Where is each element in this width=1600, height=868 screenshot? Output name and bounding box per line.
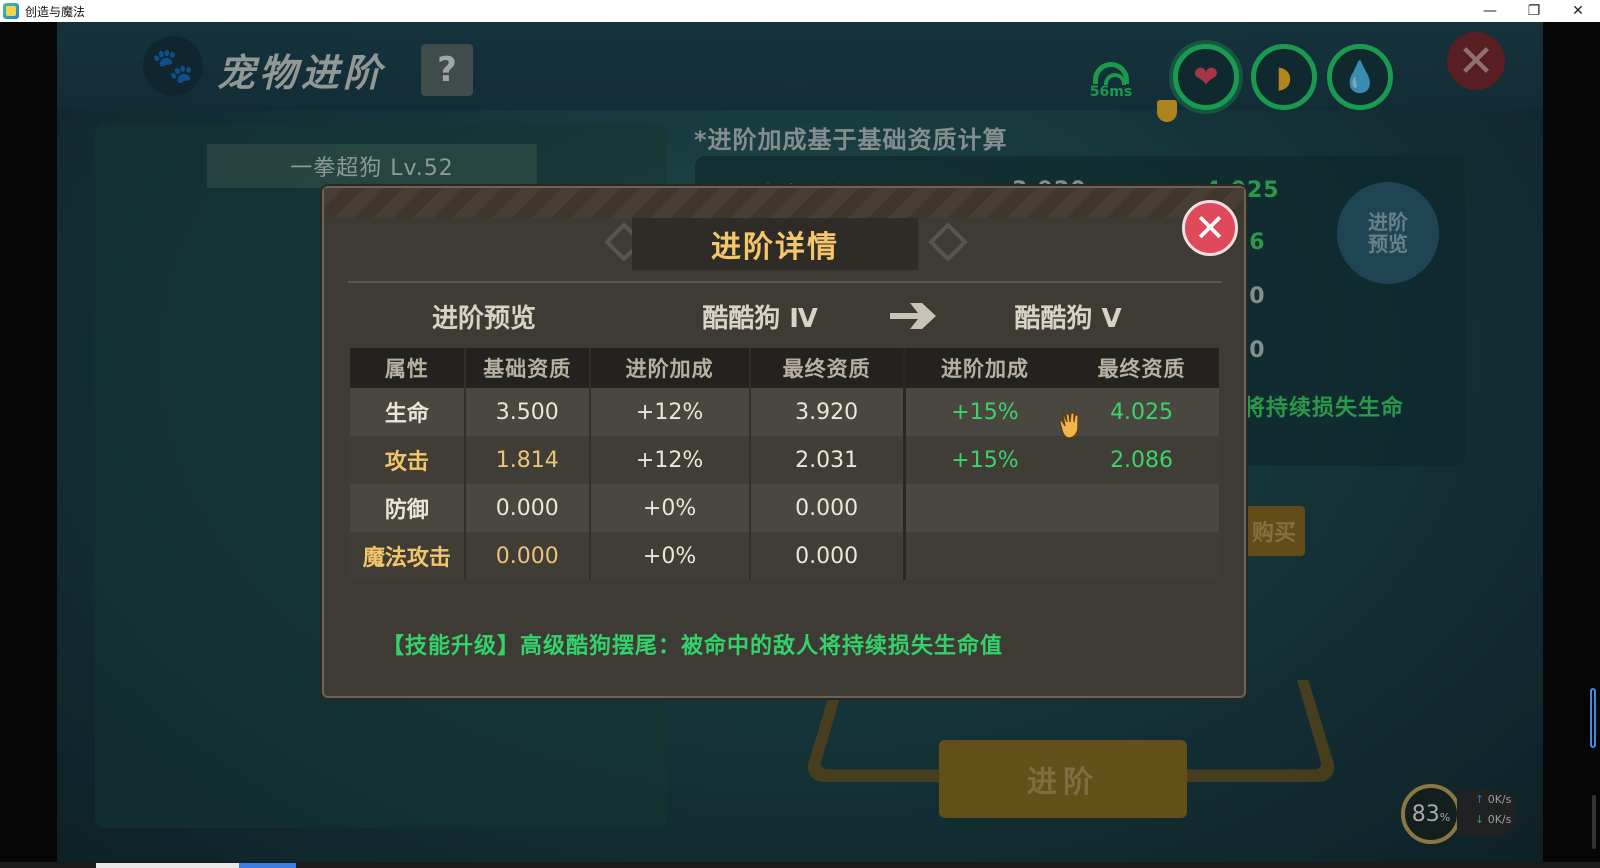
bonus-cell: +12% xyxy=(589,436,751,484)
column-header: 最终资质 xyxy=(749,348,906,388)
window-controls: — ❐ ✕ xyxy=(1468,0,1600,22)
next-final-cell: 4.025 xyxy=(1064,388,1219,436)
attr-cell: 魔法攻击 xyxy=(350,532,466,580)
base-cell: 0.000 xyxy=(464,532,591,580)
final-cell: 2.031 xyxy=(749,436,906,484)
modal-divider xyxy=(348,281,1222,283)
modal-title: 进阶详情 xyxy=(711,230,839,265)
final-cell: 0.000 xyxy=(749,484,906,532)
left-letterbox xyxy=(0,22,57,862)
table-row: 攻击 1.814 +12% 2.031 +15% 2.086 xyxy=(350,436,1219,484)
table-header-row: 属性 基础资质 进阶加成 最终资质 进阶加成 最终资质 xyxy=(350,348,1219,388)
column-header: 基础资质 xyxy=(464,348,591,388)
side-scroll-track[interactable] xyxy=(1592,795,1596,849)
next-bonus-cell: +15% xyxy=(904,388,1065,436)
bonus-cell: +12% xyxy=(589,388,751,436)
bonus-cell: +0% xyxy=(589,532,751,580)
column-header: 进阶加成 xyxy=(904,348,1065,388)
window-titlebar: 创造与魔法 — ❐ ✕ xyxy=(0,0,1600,22)
window-title: 创造与魔法 xyxy=(25,4,86,19)
next-bonus-cell xyxy=(904,532,1065,580)
side-scroll-indicator[interactable] xyxy=(1590,688,1596,748)
final-cell: 3.920 xyxy=(749,388,906,436)
close-window-button[interactable]: ✕ xyxy=(1556,0,1600,22)
hand-cursor-icon xyxy=(1059,409,1079,439)
base-cell: 3.500 xyxy=(464,388,591,436)
column-header: 属性 xyxy=(350,348,466,388)
next-final-cell xyxy=(1064,532,1219,580)
modal-pattern-band xyxy=(324,188,1244,218)
next-final-cell xyxy=(1064,484,1219,532)
modal-close-button[interactable]: ✕ xyxy=(1182,200,1238,256)
modal-title-plate: 进阶详情 xyxy=(632,218,918,270)
taskbar-item[interactable] xyxy=(96,863,239,868)
app-icon xyxy=(3,3,19,19)
advance-stats-table: 属性 基础资质 进阶加成 最终资质 进阶加成 最终资质 生命 3.500 +12… xyxy=(350,348,1220,580)
taskbar-item-active[interactable] xyxy=(239,863,296,868)
attr-cell: 生命 xyxy=(350,388,466,436)
title-ornament-icon xyxy=(928,222,968,262)
advance-details-modal: 进阶详情 ✕ 进阶预览 酷酷狗 Ⅳ 酷酷狗 Ⅴ 属性 基础资质 进阶加成 最终资… xyxy=(322,186,1246,698)
table-row: 生命 3.500 +12% 3.920 +15% 4.025 xyxy=(350,388,1219,436)
from-stage: 酷酷狗 Ⅳ xyxy=(702,304,818,334)
next-final-cell: 2.086 xyxy=(1064,436,1219,484)
to-stage: 酷酷狗 Ⅴ xyxy=(1014,304,1122,334)
minimize-button[interactable]: — xyxy=(1468,0,1512,22)
game-viewport: 🐾 宠物进阶 ? 56ms ❤ ◗ 💧 ✕ 一拳超狗 Lv.52 *进阶加成基于… xyxy=(57,22,1543,862)
final-cell: 0.000 xyxy=(749,532,906,580)
table-row: 防御 0.000 +0% 0.000 xyxy=(350,484,1219,532)
attr-cell: 防御 xyxy=(350,484,466,532)
bonus-cell: +0% xyxy=(589,484,751,532)
next-bonus-cell xyxy=(904,484,1065,532)
skill-upgrade-text: 【技能升级】高级酷狗摆尾：被命中的敌人将持续损失生命值 xyxy=(382,634,1004,659)
next-bonus-cell: +15% xyxy=(904,436,1065,484)
column-header: 最终资质 xyxy=(1064,348,1219,388)
base-cell: 0.000 xyxy=(464,484,591,532)
column-header: 进阶加成 xyxy=(589,348,751,388)
base-cell: 1.814 xyxy=(464,436,591,484)
restore-button[interactable]: ❐ xyxy=(1512,0,1556,22)
arrow-right-icon xyxy=(890,303,936,329)
attr-cell: 攻击 xyxy=(350,436,466,484)
preview-heading: 进阶预览 xyxy=(431,304,536,334)
table-row: 魔法攻击 0.000 +0% 0.000 xyxy=(350,532,1219,580)
